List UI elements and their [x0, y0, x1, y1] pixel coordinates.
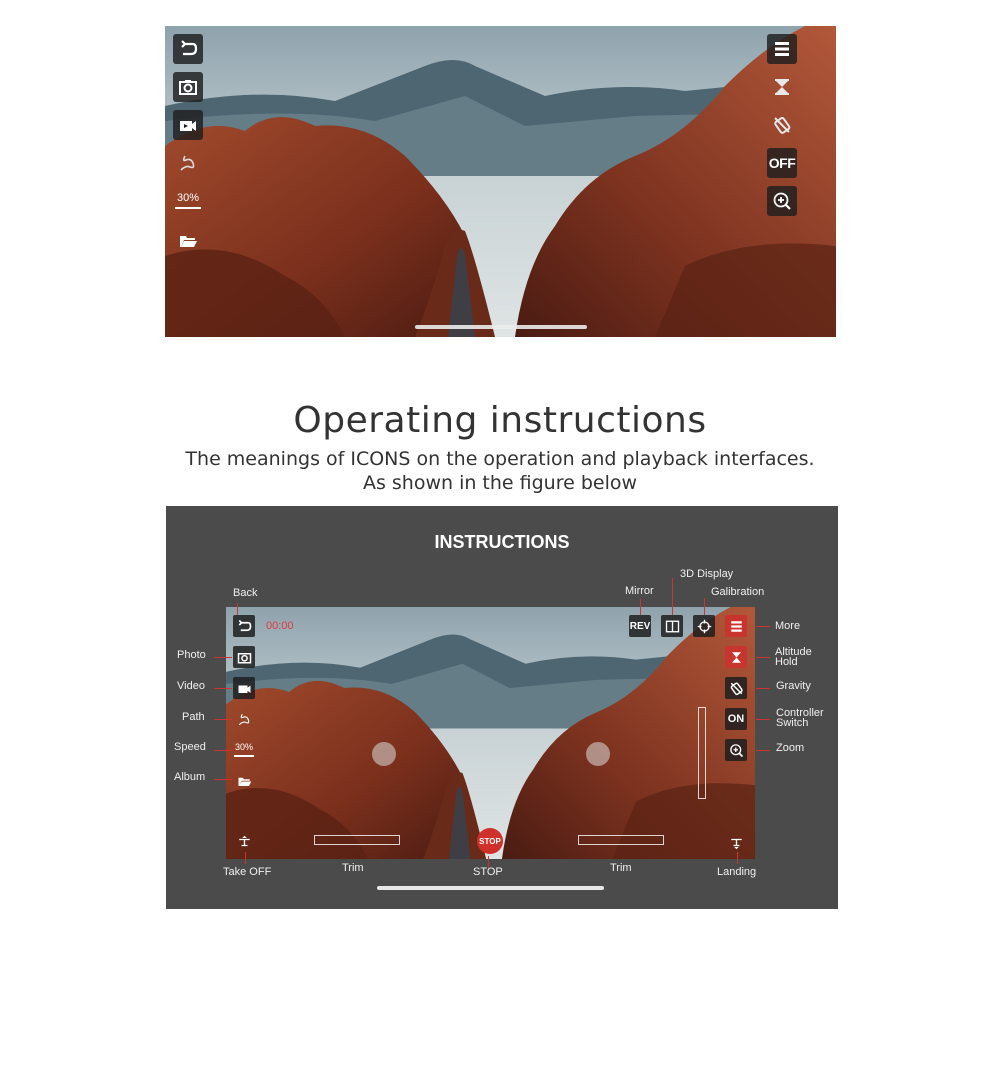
leader-line-zoom [756, 750, 770, 751]
camera-icon[interactable] [233, 646, 255, 668]
more-icon[interactable] [725, 615, 747, 637]
controller-switch-button[interactable]: OFF [767, 148, 797, 178]
label-landing: Landing [717, 866, 757, 878]
home-indicator [377, 886, 604, 890]
video-icon[interactable] [173, 110, 203, 140]
path-icon[interactable] [233, 708, 255, 730]
camera-icon[interactable] [173, 72, 203, 102]
right-joystick[interactable] [586, 742, 610, 766]
label-video: Video [177, 680, 205, 692]
speed-underline [234, 755, 254, 757]
leader-line-take-off [245, 852, 246, 864]
back-icon[interactable] [233, 615, 255, 637]
stop-button-label: STOP [479, 836, 501, 846]
label-trim-right: Trim [610, 862, 632, 874]
leader-line-controller [756, 719, 770, 720]
label-zoom: Zoom [776, 742, 805, 754]
stop-button[interactable]: STOP [477, 828, 503, 854]
leader-line-photo [214, 657, 232, 658]
leader-line-galibration [704, 598, 705, 615]
throttle-trim-slider[interactable] [698, 707, 706, 799]
path-icon[interactable] [173, 148, 203, 178]
leader-line-landing [737, 852, 738, 864]
display-3d-icon[interactable] [661, 615, 683, 637]
leader-line-album [214, 779, 232, 780]
controller-switch-label: OFF [768, 155, 796, 171]
page-subtitle-line1: The meanings of ICONS on the operation a… [185, 448, 815, 470]
controller-switch-button[interactable]: ON [725, 708, 747, 730]
leader-line-speed [214, 750, 232, 751]
altitude-hold-icon[interactable] [725, 646, 747, 668]
landing-icon[interactable] [725, 831, 747, 853]
gravity-icon[interactable] [725, 677, 747, 699]
leader-line-video [214, 688, 232, 689]
mirror-label: REV [629, 620, 651, 632]
speed-value: 30% [177, 192, 200, 204]
flight-timer: 00:00 [266, 620, 294, 632]
instructions-title: INSTRUCTIONS [434, 532, 570, 552]
home-indicator [415, 325, 587, 329]
landscape-video-feed [226, 607, 755, 859]
label-album: Album [174, 771, 206, 783]
label-mirror: Mirror [625, 585, 654, 597]
label-path: Path [182, 711, 205, 723]
label-gravity: Gravity [776, 680, 811, 692]
zoom-icon[interactable] [725, 739, 747, 761]
label-galibration: Galibration [711, 586, 765, 598]
more-icon[interactable] [767, 34, 797, 64]
label-photo: Photo [177, 649, 206, 661]
speed-icon[interactable]: 30% [173, 188, 203, 212]
label-speed: Speed [174, 741, 206, 753]
gravity-icon[interactable] [767, 110, 797, 140]
zoom-icon[interactable] [767, 186, 797, 216]
controller-switch-label: ON [727, 713, 745, 725]
album-icon[interactable] [173, 226, 203, 256]
leader-line-path [214, 719, 232, 720]
label-controller-switch-2: Switch [776, 717, 809, 729]
left-joystick[interactable] [372, 742, 396, 766]
speed-underline [175, 207, 201, 209]
flight-screen-preview: 30% OFF [165, 26, 836, 337]
instructions-panel: INSTRUCTIONS 00:00 30% REV ON STOP Back … [166, 506, 838, 909]
label-trim-left: Trim [342, 862, 364, 874]
speed-value: 30% [235, 742, 254, 752]
label-back: Back [233, 587, 258, 599]
page-subtitle-line2: As shown in the figure below [362, 472, 638, 494]
right-trim-slider[interactable] [578, 835, 664, 845]
label-altitude-hold-2: Hold [775, 656, 798, 668]
label-stop: STOP [473, 866, 503, 878]
altitude-hold-icon[interactable] [767, 72, 797, 102]
mirror-button[interactable]: REV [629, 615, 651, 637]
leader-line-more [756, 626, 770, 627]
leader-line-altitude [756, 657, 770, 658]
leader-line-back [237, 603, 238, 615]
label-take-off: Take OFF [223, 866, 272, 878]
album-icon[interactable] [233, 770, 255, 792]
video-icon[interactable] [233, 677, 255, 699]
page-title: Operating instructions [293, 400, 707, 441]
calibration-icon[interactable] [693, 615, 715, 637]
flight-screen-diagram: 00:00 30% REV ON STOP [226, 607, 755, 859]
take-off-icon[interactable] [233, 831, 255, 853]
speed-icon[interactable]: 30% [233, 740, 257, 760]
leader-line-mirror [640, 599, 641, 615]
label-3d-display: 3D Display [680, 568, 734, 580]
label-more: More [775, 620, 801, 632]
leader-line-gravity [756, 688, 770, 689]
left-trim-slider[interactable] [314, 835, 400, 845]
landscape-video-feed [165, 26, 836, 337]
leader-line-3d-display [672, 578, 673, 615]
back-icon[interactable] [173, 34, 203, 64]
